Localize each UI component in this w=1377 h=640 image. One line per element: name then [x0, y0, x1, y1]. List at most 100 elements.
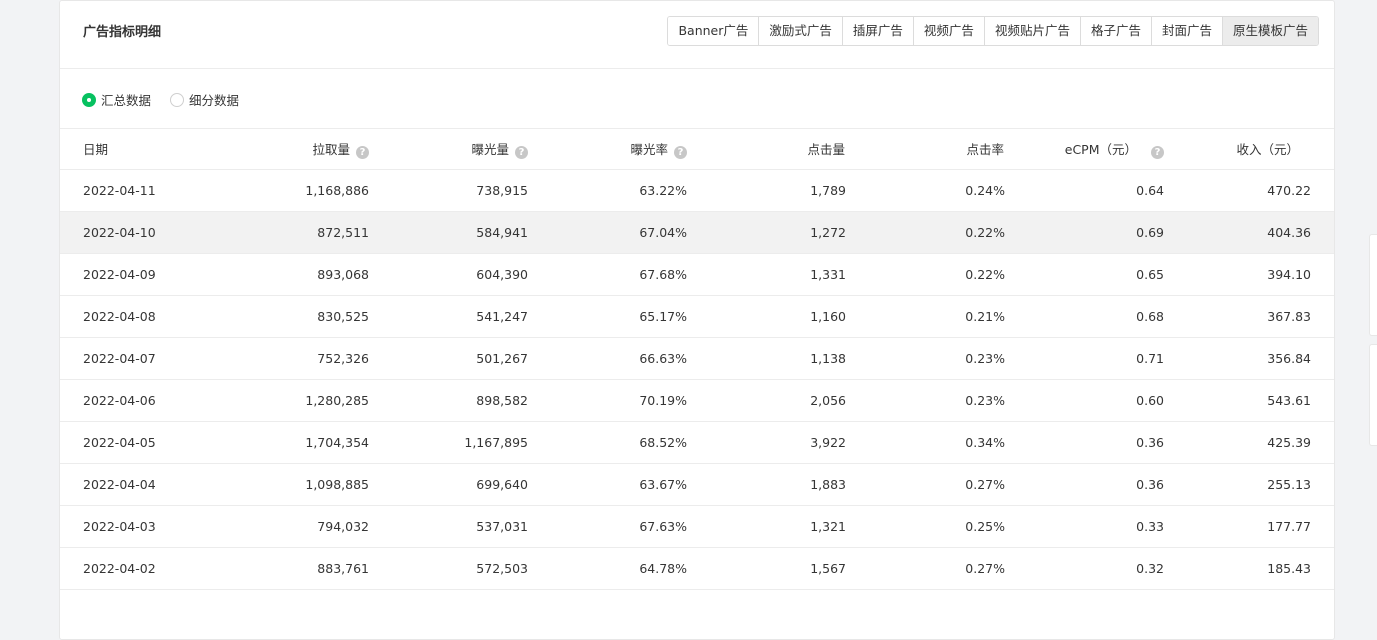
cell-clicks: 1,272	[689, 211, 848, 254]
cell-ecpm: 0.32	[1007, 547, 1166, 590]
tab-rewarded-ad[interactable]: 激励式广告	[758, 17, 842, 45]
help-icon[interactable]: ?	[674, 145, 687, 159]
col-header-impressions: 曝光量?	[371, 129, 530, 170]
cell-requests: 1,280,285	[220, 379, 371, 422]
cell-ctr: 0.24%	[848, 169, 1007, 212]
cell-impressions: 604,390	[371, 253, 530, 296]
cell-date: 2022-04-09	[60, 253, 220, 296]
table-row: 2022-04-04 1,098,885 699,640 63.67% 1,883 0.2…	[60, 463, 1334, 506]
cell-ctr: 0.23%	[848, 379, 1007, 422]
tab-grid-ad[interactable]: 格子广告	[1079, 17, 1151, 45]
cell-impressions: 898,582	[371, 379, 530, 422]
cell-requests: 794,032	[220, 505, 371, 548]
cell-clicks: 1,321	[689, 505, 848, 548]
cell-impressions: 501,267	[371, 337, 530, 380]
tab-video-preroll-ad[interactable]: 视频贴片广告	[983, 17, 1080, 45]
help-icon[interactable]: ?	[1151, 145, 1164, 159]
cell-requests: 1,098,885	[220, 463, 371, 506]
tab-native-template-ad[interactable]: 原生模板广告	[1221, 17, 1318, 45]
tab-cover-ad[interactable]: 封面广告	[1150, 17, 1222, 45]
col-header-date: 日期	[60, 129, 220, 170]
detail-data-label: 细分数据	[189, 93, 240, 108]
cell-requests: 752,326	[220, 337, 371, 380]
cell-ctr: 0.22%	[848, 211, 1007, 254]
cell-ctr: 0.25%	[848, 505, 1007, 548]
side-float-tab-2[interactable]	[1369, 344, 1377, 446]
cell-ecpm: 0.60	[1007, 379, 1166, 422]
cell-ctr: 0.21%	[848, 295, 1007, 338]
table-row: 2022-04-11 1,168,886 738,915 63.22% 1,789 0.2…	[60, 169, 1334, 212]
cell-requests: 883,761	[220, 547, 371, 590]
cell-requests: 830,525	[220, 295, 371, 338]
cell-impression-rate: 70.19%	[530, 379, 689, 422]
cell-impressions: 584,941	[371, 211, 530, 254]
col-ecpm-label: eCPM（元）	[1064, 141, 1137, 157]
ad-type-tabs: Banner广告 激励式广告 插屏广告 视频广告 视频贴片广告 格子广告 封面广…	[667, 16, 1319, 46]
cell-impression-rate: 66.63%	[530, 337, 689, 380]
cell-revenue: 255.13	[1166, 463, 1334, 506]
col-impressions-label: 曝光量	[471, 141, 509, 157]
metrics-table: 日期 拉取量? 曝光量? 曝光率? 点击量 点击率 eCPM（元）? 收入（元）…	[60, 129, 1334, 590]
cell-ctr: 0.27%	[848, 547, 1007, 590]
col-header-ctr: 点击率	[848, 129, 1007, 170]
table-row: 2022-04-06 1,280,285 898,582 70.19% 2,056 0.2…	[60, 379, 1334, 422]
cell-ecpm: 0.33	[1007, 505, 1166, 548]
cell-clicks: 1,567	[689, 547, 848, 590]
cell-revenue: 425.39	[1166, 421, 1334, 464]
cell-impression-rate: 67.04%	[530, 211, 689, 254]
help-icon[interactable]: ?	[356, 145, 369, 159]
cell-impression-rate: 67.63%	[530, 505, 689, 548]
cell-impression-rate: 65.17%	[530, 295, 689, 338]
radio-dot-icon	[170, 92, 184, 107]
cell-impression-rate: 67.68%	[530, 253, 689, 296]
col-clicks-label: 点击量	[807, 142, 845, 158]
table-row: 2022-04-03 794,032 537,031 67.63% 1,321 0.25%…	[60, 505, 1334, 548]
cell-impressions: 699,640	[371, 463, 530, 506]
cell-ecpm: 0.68	[1007, 295, 1166, 338]
cell-ctr: 0.22%	[848, 253, 1007, 296]
side-float-tab-1[interactable]	[1369, 234, 1377, 336]
cell-impressions: 738,915	[371, 169, 530, 212]
cell-impressions: 537,031	[371, 505, 530, 548]
table-header-row: 日期 拉取量? 曝光量? 曝光率? 点击量 点击率 eCPM（元）? 收入（元）	[60, 129, 1334, 170]
col-ctr-label: 点击率	[966, 142, 1004, 158]
cell-date: 2022-04-05	[60, 421, 220, 464]
cell-date: 2022-04-02	[60, 547, 220, 590]
cell-impression-rate: 63.67%	[530, 463, 689, 506]
tab-banner-ad[interactable]: Banner广告	[668, 17, 759, 45]
cell-revenue: 394.10	[1166, 253, 1334, 296]
cell-date: 2022-04-10	[60, 211, 220, 254]
help-icon[interactable]: ?	[515, 145, 528, 159]
cell-ecpm: 0.36	[1007, 421, 1166, 464]
table-row: 2022-04-05 1,704,354 1,167,895 68.52% 3,922 0…	[60, 421, 1334, 464]
card-header: 广告指标明细 Banner广告 激励式广告 插屏广告 视频广告 视频贴片广告 格…	[60, 1, 1334, 69]
cell-ctr: 0.34%	[848, 421, 1007, 464]
table-row: 2022-04-08 830,525 541,247 65.17% 1,160 0.21%…	[60, 295, 1334, 338]
card-title: 广告指标明细	[83, 25, 162, 40]
cell-clicks: 1,789	[689, 169, 848, 212]
cell-requests: 1,704,354	[220, 421, 371, 464]
tab-video-ad[interactable]: 视频广告	[912, 17, 984, 45]
summary-data-radio[interactable]: 汇总数据	[82, 90, 151, 109]
tab-interstitial-ad[interactable]: 插屏广告	[841, 17, 913, 45]
table-row: 2022-04-09 893,068 604,390 67.68% 1,331 0.22%…	[60, 253, 1334, 296]
cell-date: 2022-04-03	[60, 505, 220, 548]
col-header-impression-rate: 曝光率?	[530, 129, 689, 170]
cell-ctr: 0.27%	[848, 463, 1007, 506]
radio-dot-icon	[82, 92, 96, 107]
cell-revenue: 470.22	[1166, 169, 1334, 212]
cell-date: 2022-04-06	[60, 379, 220, 422]
cell-date: 2022-04-08	[60, 295, 220, 338]
col-header-clicks: 点击量	[689, 129, 848, 170]
detail-data-radio[interactable]: 细分数据	[170, 90, 239, 109]
cell-requests: 872,511	[220, 211, 371, 254]
cell-revenue: 356.84	[1166, 337, 1334, 380]
cell-clicks: 1,331	[689, 253, 848, 296]
cell-impression-rate: 64.78%	[530, 547, 689, 590]
cell-date: 2022-04-04	[60, 463, 220, 506]
cell-impressions: 1,167,895	[371, 421, 530, 464]
cell-clicks: 2,056	[689, 379, 848, 422]
cell-clicks: 1,138	[689, 337, 848, 380]
table-row: 2022-04-02 883,761 572,503 64.78% 1,567 0.27%…	[60, 547, 1334, 590]
cell-ecpm: 0.69	[1007, 211, 1166, 254]
